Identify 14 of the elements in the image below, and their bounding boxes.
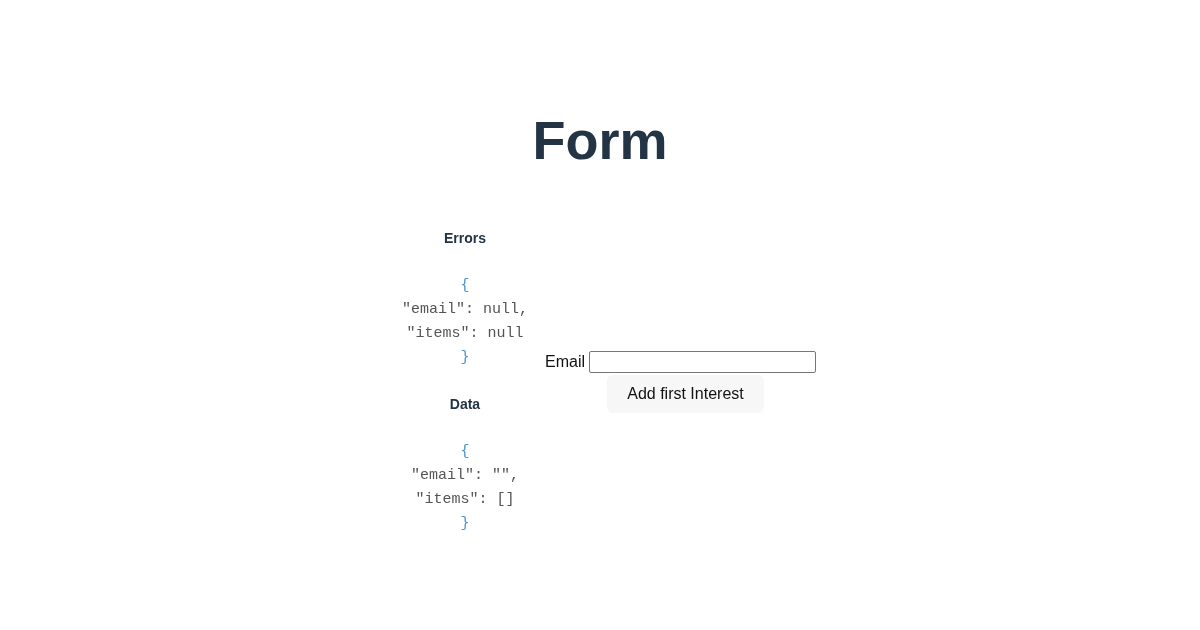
code-line: }: [460, 348, 470, 368]
page-title: Form: [531, 109, 669, 172]
email-label: Email: [545, 353, 585, 371]
code-line: "email": null,: [401, 300, 528, 320]
email-input[interactable]: [589, 351, 816, 373]
code-line: "items": null: [406, 324, 524, 344]
code-line: }: [460, 514, 470, 534]
panel-heading: Data: [449, 395, 481, 414]
code-line: {: [460, 442, 470, 462]
code-line: "email": "",: [410, 466, 519, 486]
code-line: "items": []: [415, 490, 515, 510]
add-interest-button[interactable]: Add first Interest: [607, 375, 764, 413]
code-line: {: [460, 276, 470, 296]
panel-heading: Errors: [443, 229, 486, 248]
